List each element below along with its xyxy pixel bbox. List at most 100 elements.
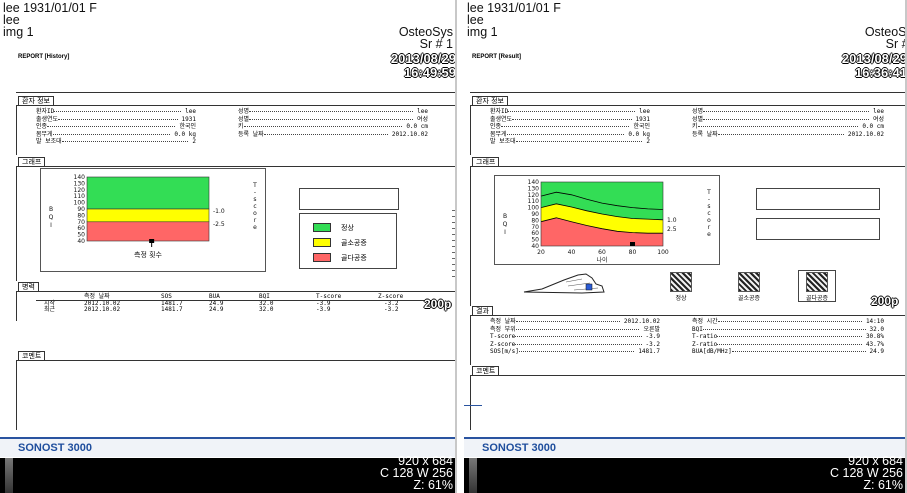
left-image-label: img 1 (3, 25, 34, 39)
left-fields_right-row: 키 0.0 cm (238, 123, 428, 130)
y-axis-label-char: B (49, 206, 53, 213)
thumbnail-label: 골소공증 (737, 295, 761, 302)
right-fields_left-row: 발 보조대 2 (490, 138, 650, 145)
ruler-tick (452, 258, 455, 259)
right-field-label: 측정 날짜 (490, 318, 516, 325)
ruler-tick (452, 246, 455, 247)
right-result-chart-svg: 405060708090100110120130140B Q IT -s c o r e20 4… (503, 179, 712, 264)
ruler-tick (452, 234, 455, 235)
y-axis-label-char: I (50, 222, 52, 229)
left-history-chart: 40 50 60 70 80 90 100 110 120 130 140 B Q I T -s c o r e -1.… (40, 168, 266, 272)
right-field-value: 1931 (635, 115, 650, 123)
history-cell: -3.9 (316, 306, 331, 313)
right-header-rule (470, 92, 905, 93)
x-axis-label: 측정 횟수 (134, 250, 163, 259)
ruler-tick (452, 270, 455, 271)
right-field-value: 여성 (872, 115, 884, 123)
right-fields_right-row: 성명 lee (692, 108, 884, 115)
right-grayscale-strip (469, 458, 477, 493)
y-tick-label: 50 (531, 237, 539, 244)
y2-axis-label-char: T (252, 182, 257, 189)
left-report-page: REPORT [History] 2013/08/29 16:49:59 환자 … (16, 50, 456, 438)
right-field-value: 2012.10.02 (623, 318, 660, 325)
left-fields_left-row: 인종 한국인 (36, 123, 196, 130)
right-fields_right-row: 키 0.0 cm (692, 123, 884, 130)
right-viewer[interactable]: lee 1931/01/01 F lee img 1 OsteoSys Sr #… (464, 0, 907, 493)
left-field-value: 0.0 cm (406, 123, 428, 130)
y-tick-label: 70 (77, 219, 85, 226)
right-field-label: 출생연도 (490, 115, 513, 123)
dot-leader (702, 328, 866, 330)
dot-leader (508, 111, 636, 112)
t-score-tick: 1.0 (667, 217, 677, 224)
legend-swatch (313, 238, 331, 247)
right-field-label: 측정 시간 (692, 318, 718, 325)
y-axis-label: BQI (49, 206, 54, 229)
left-fields_left-row: 환자ID lee (36, 108, 196, 115)
right-graph-info-box-2 (756, 218, 880, 240)
foot-scan-icon (523, 273, 605, 294)
dot-leader (717, 336, 863, 337)
right-fields_left-row: 몸무게 0.0 kg (490, 131, 650, 138)
left-footer-band: SONOST 3000 (0, 437, 455, 457)
right-field-value: 오른발 (643, 325, 660, 333)
left-field-label: 발 보조대 (36, 138, 62, 145)
left-fields_right-row: 성별 여성 (238, 116, 428, 123)
history-header-rule (36, 300, 436, 301)
right-zoom-info: Z: 61% (863, 478, 903, 492)
y-tick-label: 100 (74, 200, 86, 207)
y-tick-label: 130 (528, 185, 540, 192)
left-field-label: 환자ID (36, 108, 55, 115)
y-tick-label: 40 (77, 238, 85, 245)
dot-leader (515, 321, 620, 322)
right-overlay-topright: OsteoSys Sr # 1 (865, 26, 905, 51)
left-field-value: 2 (192, 138, 196, 145)
y-axis-label-char: Q (503, 221, 508, 228)
left-field-value: 0.0 kg (174, 130, 196, 138)
history-cell: -3.2 (384, 306, 399, 313)
legend-label: 골다공증 (341, 254, 367, 262)
x-tick-label: 20 (537, 249, 545, 256)
left-history-table: 측정 날짜 SOS BUA BQI T-score Z-score 시작 2012.10.02… (16, 293, 455, 319)
left-history-chart-svg: 405060708090100110120130140 B Q I T -s c o r e -1.… (49, 174, 258, 259)
right-field-value: 24.9 (869, 348, 884, 355)
x-tick-label: 100 (657, 249, 669, 256)
dot-leader (515, 336, 643, 337)
right-results_left-row: 측정 부위 오른발 (490, 326, 660, 333)
zone-정상 (86, 176, 210, 210)
ruler-tick (452, 222, 455, 223)
right-field-label: 성명 (692, 108, 704, 115)
scan-thumbnail (670, 272, 692, 292)
left-field-value: 1931 (181, 115, 196, 123)
right-fields_left-row: 인종 한국인 (490, 123, 650, 130)
right-field-label: 인종 (490, 123, 502, 130)
right-report-page: REPORT [Result] 2013/08/29 16:36:41 환자 정… (470, 50, 907, 438)
thumbnail-label: 골다공증 (805, 295, 829, 302)
history-header: SOS (161, 293, 172, 300)
left-fields_left-row: 출생연도 1931 (36, 116, 196, 123)
left-report-time: 16:49:59 (403, 65, 456, 80)
left-fields_left-row: 몸무게 0.0 kg (36, 131, 196, 138)
ruler-tick (452, 228, 455, 229)
right-footer-band: SONOST 3000 (464, 437, 905, 457)
right-results_left-row: T-score -3.9 (490, 333, 660, 340)
y-tick-label: 120 (528, 192, 540, 199)
history-cell: 32.0 (259, 306, 274, 313)
y2-axis-label-char: e (707, 231, 711, 238)
left-fields_right-row: 성명 lee (238, 108, 428, 115)
right-field-value: 2012.10.02 (847, 130, 884, 138)
x-tick-label: 60 (598, 249, 606, 256)
ruler-tick (452, 276, 455, 277)
right-report-time: 16:36:41 (854, 65, 907, 80)
ruler-tick (452, 252, 455, 253)
y-tick-label: 110 (74, 193, 86, 200)
zone-골다공증 (86, 221, 210, 242)
left-viewer[interactable]: lee 1931/01/01 F lee img 1 OsteoSys Sr #… (0, 0, 457, 493)
history-cell: 1481.7 (161, 306, 183, 313)
thumbnail-label: 정상 (675, 295, 687, 302)
right-result-chart: 40 50 60 70 80 90 100 110 120 130 140 B Q I T -s c o r e 20 4… (494, 175, 720, 265)
left-field-label: 등록 날짜 (238, 130, 264, 138)
right-results_right-row: 측정 시간 14:10 (692, 318, 884, 325)
left-zoom-info: Z: 61% (413, 478, 453, 492)
history-row-label: 최근 (44, 306, 56, 313)
